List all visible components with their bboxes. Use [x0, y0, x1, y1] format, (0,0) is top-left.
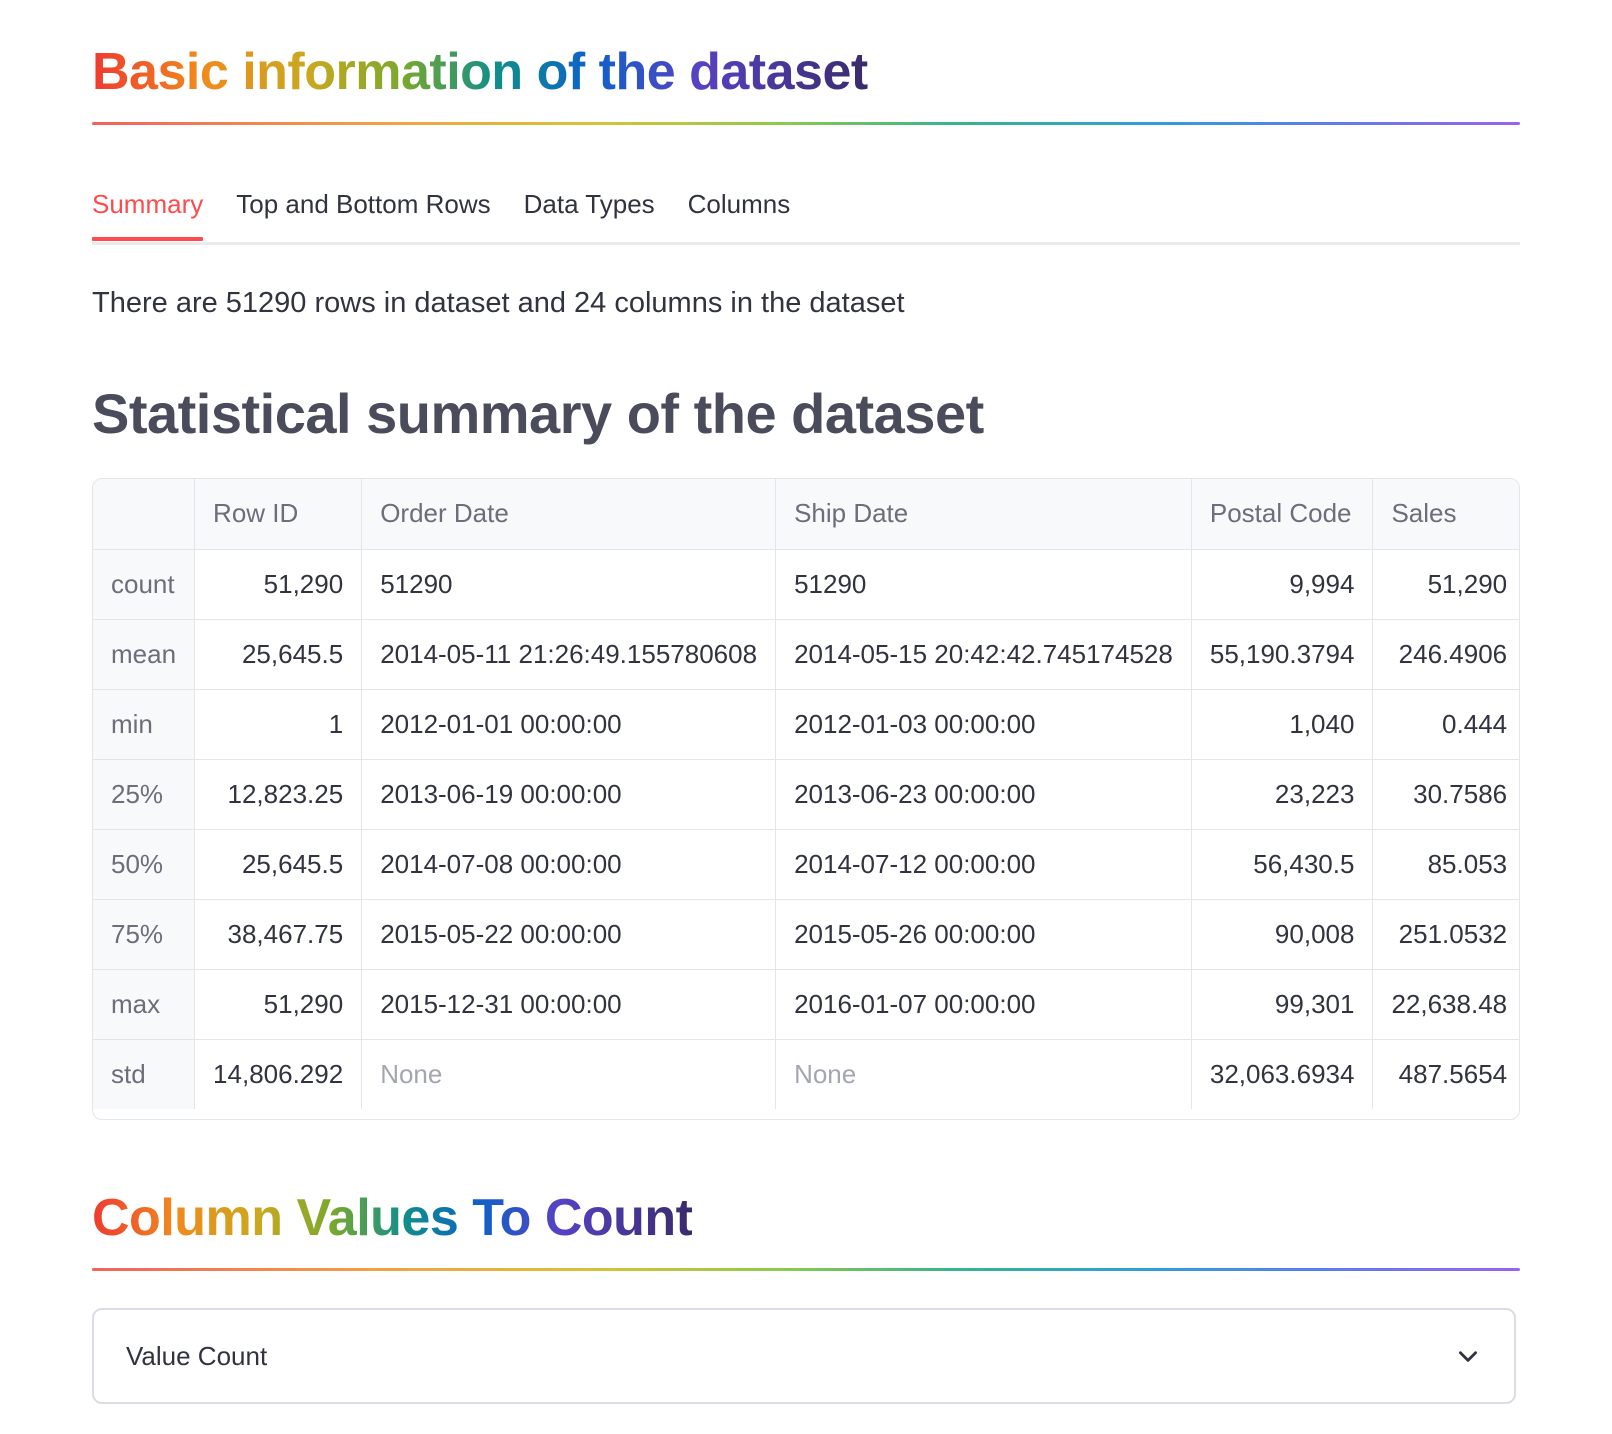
table-cell[interactable]: 51,290 — [1372, 549, 1519, 620]
table-cell[interactable]: 2015-05-22 00:00:00 — [361, 899, 777, 970]
table-cell[interactable]: 9,994 — [1191, 549, 1374, 620]
table-cell[interactable]: 22,638.48 — [1372, 969, 1519, 1040]
row-label: mean — [93, 619, 196, 690]
table-cell[interactable]: 90,008 — [1191, 899, 1374, 970]
table-cell[interactable]: 51290 — [361, 549, 777, 620]
expander-label: Value Count — [126, 1340, 268, 1371]
table-cell[interactable]: 2013-06-23 00:00:00 — [775, 759, 1192, 830]
row-label: min — [93, 689, 196, 760]
row-label: count — [93, 549, 196, 620]
table-header-row: Row ID Order Date Ship Date Postal Code … — [93, 479, 1519, 550]
table-cell[interactable]: 2014-07-08 00:00:00 — [361, 829, 777, 900]
column-header-order-date[interactable]: Order Date — [361, 479, 777, 550]
table-cell[interactable]: 2015-12-31 00:00:00 — [361, 969, 777, 1040]
column-header-postal-code[interactable]: Postal Code — [1191, 479, 1374, 550]
table-cell[interactable]: 38,467.75 — [194, 899, 363, 970]
table-cell[interactable]: None — [361, 1039, 777, 1109]
table-cell[interactable]: 0.444 — [1372, 689, 1519, 760]
table-cell[interactable]: 51,290 — [194, 549, 363, 620]
table-cell[interactable]: 487.5654 — [1372, 1039, 1519, 1109]
table-cell[interactable]: 12,823.25 — [194, 759, 363, 830]
page-title: Basic information of the dataset — [92, 40, 868, 104]
stats-table: Row ID Order Date Ship Date Postal Code … — [93, 479, 1519, 1109]
table-cell[interactable]: 246.4906 — [1372, 619, 1519, 690]
table-row: max 51,290 2015-12-31 00:00:00 2016-01-0… — [93, 969, 1519, 1040]
table-cell[interactable]: 2012-01-01 00:00:00 — [361, 689, 777, 760]
table-cell[interactable]: 85.053 — [1372, 829, 1519, 900]
tab-bar: Summary Top and Bottom Rows Data Types C… — [92, 176, 1520, 245]
table-cell[interactable]: 99,301 — [1191, 969, 1374, 1040]
tab-summary[interactable]: Summary — [92, 176, 204, 241]
table-cell[interactable]: 51,290 — [194, 969, 363, 1040]
column-header-sales[interactable]: Sales — [1372, 479, 1519, 550]
table-cell[interactable]: 14,806.292 — [194, 1039, 363, 1109]
table-cell[interactable]: 23,223 — [1191, 759, 1374, 830]
table-cell[interactable]: 1,040 — [1191, 689, 1374, 760]
table-cell[interactable]: 30.7586 — [1372, 759, 1519, 830]
table-cell[interactable]: 2015-05-26 00:00:00 — [775, 899, 1192, 970]
table-cell[interactable]: 2012-01-03 00:00:00 — [775, 689, 1192, 760]
table-cell[interactable]: 25,645.5 — [194, 829, 363, 900]
row-label: std — [93, 1039, 196, 1109]
table-cell[interactable]: 32,063.6934 — [1191, 1039, 1374, 1109]
table-row: 75% 38,467.75 2015-05-22 00:00:00 2015-0… — [93, 899, 1519, 970]
value-count-heading: Column Values To Count — [92, 1186, 693, 1250]
tab-data-types[interactable]: Data Types — [524, 176, 655, 236]
row-label: 50% — [93, 829, 196, 900]
column-header-ship-date[interactable]: Ship Date — [775, 479, 1192, 550]
table-cell[interactable]: None — [775, 1039, 1192, 1109]
row-label: 75% — [93, 899, 196, 970]
table-cell[interactable]: 2014-05-11 21:26:49.155780608 — [361, 619, 777, 690]
table-row: min 1 2012-01-01 00:00:00 2012-01-03 00:… — [93, 689, 1519, 760]
table-row: 25% 12,823.25 2013-06-19 00:00:00 2013-0… — [93, 759, 1519, 830]
stats-dataframe[interactable]: Row ID Order Date Ship Date Postal Code … — [92, 478, 1520, 1120]
column-header-row-id[interactable]: Row ID — [194, 479, 363, 550]
table-row: 50% 25,645.5 2014-07-08 00:00:00 2014-07… — [93, 829, 1519, 900]
table-cell[interactable]: 2016-01-07 00:00:00 — [775, 969, 1192, 1040]
table-row: std 14,806.292 None None 32,063.6934 487… — [93, 1039, 1519, 1109]
table-cell[interactable]: 2013-06-19 00:00:00 — [361, 759, 777, 830]
row-label: max — [93, 969, 196, 1040]
table-cell[interactable]: 1 — [194, 689, 363, 760]
table-cell[interactable]: 251.0532 — [1372, 899, 1519, 970]
table-cell[interactable]: 56,430.5 — [1191, 829, 1374, 900]
table-row: mean 25,645.5 2014-05-11 21:26:49.155780… — [93, 619, 1519, 690]
table-cell[interactable]: 2014-07-12 00:00:00 — [775, 829, 1192, 900]
table-cell[interactable]: 25,645.5 — [194, 619, 363, 690]
table-cell[interactable]: 51290 — [775, 549, 1192, 620]
tab-columns[interactable]: Columns — [688, 176, 791, 236]
title-divider — [92, 122, 1520, 125]
table-row: count 51,290 51290 51290 9,994 51,290 — [93, 549, 1519, 620]
value-count-divider — [92, 1268, 1520, 1271]
table-cell[interactable]: 55,190.3794 — [1191, 619, 1374, 690]
dataset-shape-text: There are 51290 rows in dataset and 24 c… — [92, 287, 905, 319]
tab-top-and-bottom-rows[interactable]: Top and Bottom Rows — [236, 176, 490, 236]
row-label: 25% — [93, 759, 196, 830]
stats-heading: Statistical summary of the dataset — [92, 382, 984, 445]
table-cell[interactable]: 2014-05-15 20:42:42.745174528 — [775, 619, 1192, 690]
column-header-index — [93, 479, 196, 550]
chevron-down-icon[interactable] — [1454, 1342, 1482, 1370]
value-count-expander[interactable]: Value Count — [92, 1308, 1516, 1404]
